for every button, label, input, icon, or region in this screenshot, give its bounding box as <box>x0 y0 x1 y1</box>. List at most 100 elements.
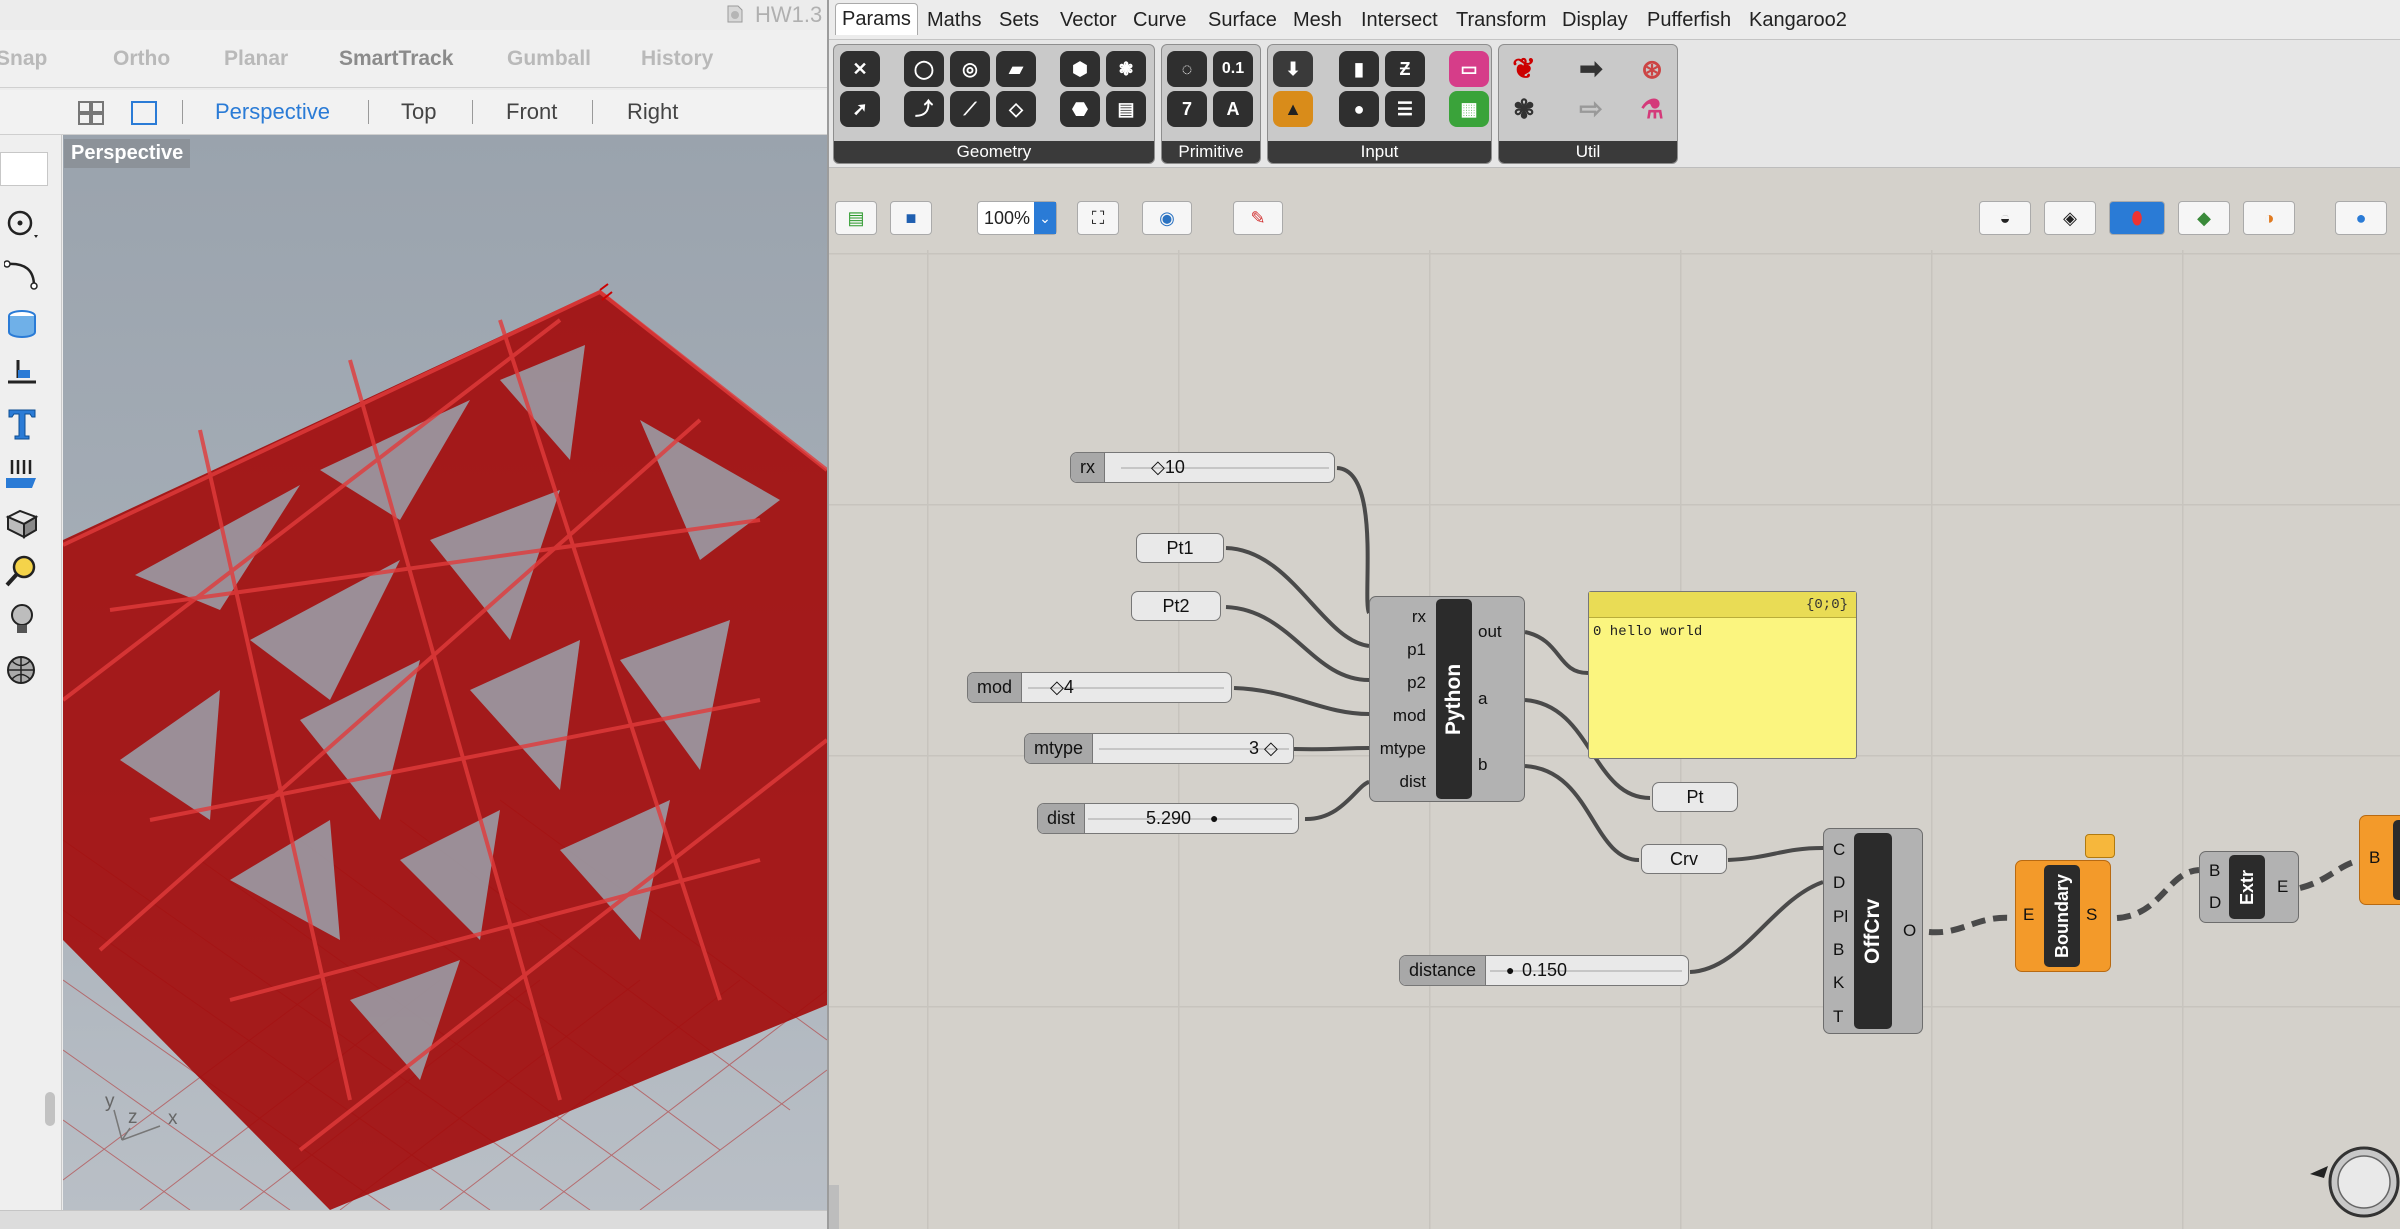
python-input-rx[interactable]: rx <box>1412 607 1426 627</box>
arc-tool-icon[interactable] <box>4 256 40 292</box>
command-input[interactable] <box>0 152 48 186</box>
line-param-icon[interactable]: ⟋ <box>950 91 990 127</box>
extrude-component[interactable]: Extr B D E <box>2199 851 2299 923</box>
boolean-param-icon[interactable]: ◌ <box>1167 51 1207 87</box>
offcrv-input-b[interactable]: B <box>1833 940 1844 960</box>
four-viewports-icon[interactable] <box>78 101 104 125</box>
tab-front[interactable]: Front <box>506 99 557 125</box>
tab-perspective[interactable]: Perspective <box>215 99 330 125</box>
tab-curve[interactable]: Curve <box>1133 9 1186 32</box>
tab-transform[interactable]: Transform <box>1456 9 1546 32</box>
tab-pufferfish[interactable]: Pufferfish <box>1647 9 1731 32</box>
data-arrow-icon[interactable]: ➡ <box>1571 51 1611 87</box>
value-list-icon[interactable]: ☰ <box>1385 91 1425 127</box>
preview-eye-icon[interactable]: ◉ <box>1142 201 1192 235</box>
preview-wire-icon[interactable]: ◈ <box>2044 201 2096 235</box>
save-file-icon[interactable]: ■ <box>890 201 932 235</box>
swatch-icon[interactable]: ▦ <box>1449 91 1489 127</box>
python-output-out[interactable]: out <box>1478 622 1502 642</box>
slider-grip-icon[interactable]: ● <box>1210 804 1218 833</box>
extr-input-b[interactable]: B <box>2209 861 2220 881</box>
offscreen-component[interactable]: B <box>2359 815 2400 905</box>
relay-arrow-icon[interactable]: ⇨ <box>1571 91 1611 127</box>
circle-tool-icon[interactable] <box>4 205 40 241</box>
tree-icon[interactable]: ✾ <box>1504 91 1544 127</box>
number-param-icon[interactable]: 0.1 <box>1213 51 1253 87</box>
single-viewport-icon[interactable] <box>131 101 157 125</box>
util-panel-label[interactable]: Util <box>1499 141 1677 163</box>
gumball-toggle[interactable]: Gumball <box>507 47 591 71</box>
mtype-slider[interactable]: mtype 3 ◇ <box>1024 733 1294 764</box>
extr-output-e[interactable]: E <box>2277 877 2288 897</box>
python-input-p1[interactable]: p1 <box>1407 640 1426 660</box>
offcrv-input-c[interactable]: C <box>1833 840 1845 860</box>
boundary-surface-component[interactable]: Boundary E S <box>2015 860 2111 972</box>
tab-kangaroo2[interactable]: Kangaroo2 <box>1749 9 1847 32</box>
canvas-scrollbar[interactable] <box>829 1185 839 1229</box>
preview-selected-icon[interactable]: ◆ <box>2178 201 2230 235</box>
offcrv-input-k[interactable]: K <box>1833 973 1844 993</box>
distance-slider[interactable]: distance ● 0.150 <box>1399 955 1689 986</box>
mesh-param-icon[interactable]: ❃ <box>1106 51 1146 87</box>
chevron-down-icon[interactable]: ⌄ <box>1034 202 1056 234</box>
primitive-panel-label[interactable]: Primitive <box>1162 141 1260 163</box>
dist-slider[interactable]: dist 5.290 ● <box>1037 803 1299 834</box>
geometry-panel-label[interactable]: Geometry <box>834 141 1154 163</box>
button-icon[interactable]: ● <box>1339 91 1379 127</box>
boundary-output-s[interactable]: S <box>2086 905 2097 925</box>
toggle-icon[interactable]: ▮ <box>1339 51 1379 87</box>
python-component[interactable]: Python rx p1 p2 mod mtype dist out a b <box>1369 596 1525 802</box>
open-file-icon[interactable]: ▤ <box>835 201 877 235</box>
python-input-mod[interactable]: mod <box>1393 706 1426 726</box>
dimension-tool-icon[interactable] <box>4 356 40 392</box>
brep-param-icon[interactable]: ⬣ <box>1060 91 1100 127</box>
array-tool-icon[interactable] <box>4 456 40 492</box>
offcrv-input-pl[interactable]: Pl <box>1833 907 1848 927</box>
python-output-b[interactable]: b <box>1478 755 1487 775</box>
input-panel-label[interactable]: Input <box>1268 141 1491 163</box>
pt-param[interactable]: Pt <box>1652 782 1738 812</box>
box-tool-icon[interactable] <box>4 505 40 541</box>
offcrv-input-t[interactable]: T <box>1833 1007 1843 1027</box>
box-param-icon[interactable]: ⬢ <box>1060 51 1100 87</box>
surface-param-icon[interactable]: ▰ <box>996 51 1036 87</box>
ortho-toggle[interactable]: Ortho <box>113 47 170 71</box>
tab-display[interactable]: Display <box>1562 9 1628 32</box>
circle-param-icon[interactable]: ◯ <box>904 51 944 87</box>
python-input-mtype[interactable]: mtype <box>1380 739 1426 759</box>
analyze-tool-icon[interactable] <box>4 553 40 589</box>
snap-toggle[interactable]: Snap <box>0 47 47 71</box>
tab-params[interactable]: Params <box>835 3 918 35</box>
tab-sets[interactable]: Sets <box>999 9 1039 32</box>
navigation-compass-icon[interactable] <box>2304 1140 2400 1229</box>
geometry-hex-icon[interactable]: ✕ <box>840 51 880 87</box>
preview-shaded-icon[interactable]: ⬮ <box>2109 201 2165 235</box>
pt2-param[interactable]: Pt2 <box>1131 591 1221 621</box>
field-param-icon[interactable]: ▤ <box>1106 91 1146 127</box>
offset-curve-component[interactable]: OffCrv C D Pl B K T O <box>1823 828 1923 1034</box>
python-output-a[interactable]: a <box>1478 689 1487 709</box>
crv-param[interactable]: Crv <box>1641 844 1727 874</box>
warning-balloon-icon[interactable] <box>2085 834 2115 858</box>
sketch-pen-icon[interactable]: ✎ <box>1233 201 1283 235</box>
boundary-input-e[interactable]: E <box>2023 905 2034 925</box>
tab-vector[interactable]: Vector <box>1060 9 1117 32</box>
preview-off-icon[interactable]: ◒ <box>1979 201 2031 235</box>
circular-arc-param-icon[interactable]: ◎ <box>950 51 990 87</box>
python-input-p2[interactable]: p2 <box>1407 673 1426 693</box>
rx-slider[interactable]: rx ◇10 <box>1070 452 1335 483</box>
planar-toggle[interactable]: Planar <box>224 47 288 71</box>
tab-maths[interactable]: Maths <box>927 9 981 32</box>
text-tool-icon[interactable] <box>4 405 40 441</box>
integer-param-icon[interactable]: 7 <box>1167 91 1207 127</box>
render-sphere-icon[interactable] <box>4 653 40 689</box>
tab-surface[interactable]: Surface <box>1208 9 1277 32</box>
light-tool-icon[interactable] <box>4 601 40 637</box>
mod-slider[interactable]: mod ◇4 <box>967 672 1232 703</box>
graph-mapper-icon[interactable]: ▲ <box>1273 91 1313 127</box>
cylinder-tool-icon[interactable] <box>4 306 40 342</box>
zoom-extents-icon[interactable]: ⛶ <box>1077 201 1119 235</box>
preview-mesh-icon[interactable]: ● <box>2335 201 2387 235</box>
offscreen-input-b[interactable]: B <box>2369 848 2380 868</box>
curve-param-icon[interactable]: ⤴ <box>904 91 944 127</box>
